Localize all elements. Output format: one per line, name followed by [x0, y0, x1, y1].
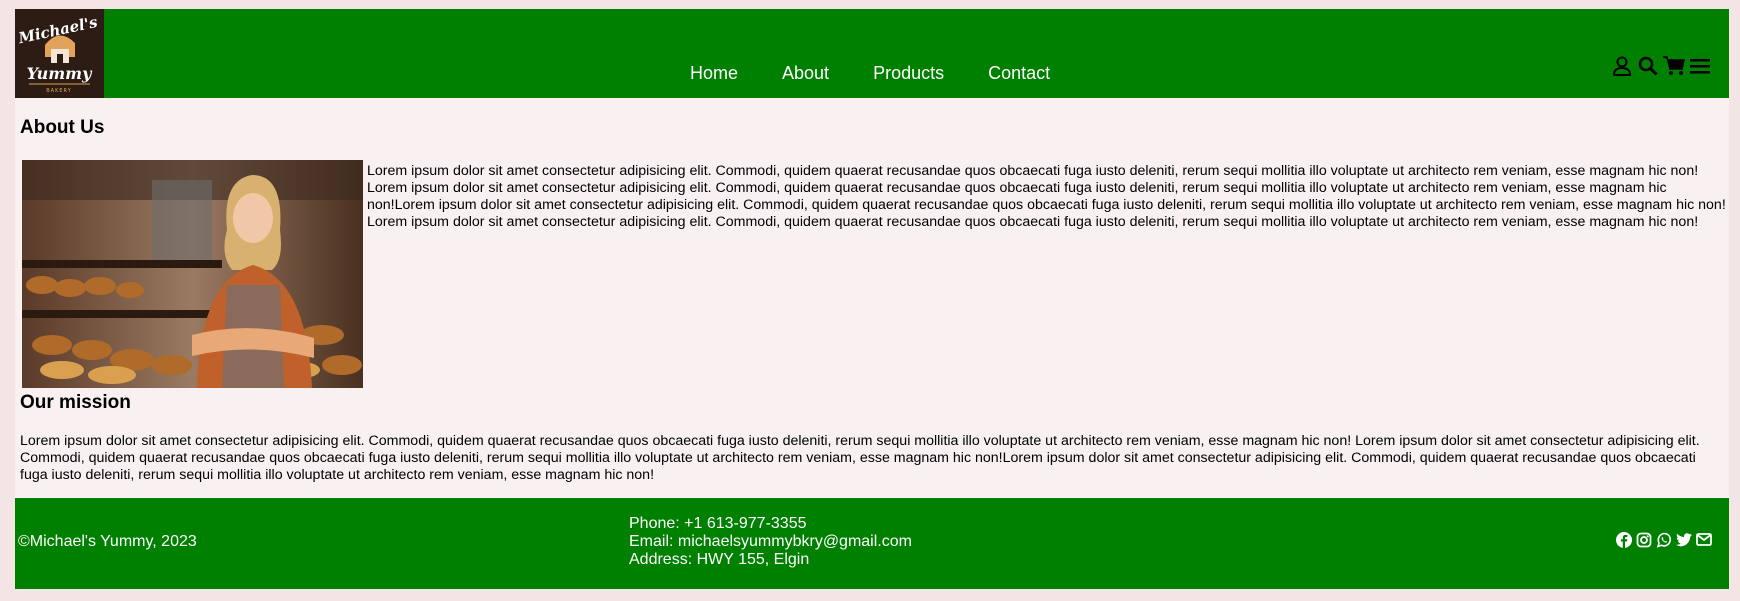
baker-photo — [22, 160, 363, 388]
nav-contact[interactable]: Contact — [988, 63, 1050, 84]
address-text: Address: HWY 155, Elgin — [629, 551, 810, 568]
mission-text: Lorem ipsum dolor sit amet consectetur a… — [20, 433, 1700, 483]
cart-icon[interactable] — [1663, 55, 1685, 77]
nav-home[interactable]: Home — [690, 63, 738, 84]
copyright: ©Michael's Yummy, 2023 — [18, 533, 197, 550]
about-text: Lorem ipsum dolor sit amet consectetur a… — [367, 163, 1726, 230]
site-header: Michael's Yummy BAKERY Home About Produc… — [15, 9, 1729, 98]
nav-about[interactable]: About — [782, 63, 829, 84]
about-title: About Us — [20, 117, 105, 138]
facebook-icon[interactable] — [1615, 531, 1632, 548]
whatsapp-icon[interactable] — [1655, 531, 1672, 548]
search-icon[interactable] — [1637, 55, 1659, 77]
phone-text: Phone: +1 613-977-3355 — [629, 515, 807, 532]
bakery-logo[interactable]: Michael's Yummy BAKERY — [15, 9, 104, 98]
svg-text:BAKERY: BAKERY — [46, 88, 72, 94]
svg-text:Yummy: Yummy — [27, 64, 94, 83]
mail-icon[interactable] — [1695, 531, 1712, 548]
main-nav: Home About Products Contact — [690, 63, 1094, 84]
social-links — [1615, 531, 1712, 548]
contact-info: Phone: +1 613-977-3355 Email: michaelsyu… — [629, 515, 912, 569]
user-icon[interactable] — [1611, 55, 1633, 77]
page: Michael's Yummy BAKERY Home About Produc… — [15, 9, 1729, 589]
twitter-icon[interactable] — [1675, 531, 1692, 548]
menu-icon[interactable] — [1689, 55, 1711, 77]
nav-products[interactable]: Products — [873, 63, 944, 84]
mission-title: Our mission — [20, 392, 131, 413]
header-icons — [1611, 55, 1711, 77]
instagram-icon[interactable] — [1635, 531, 1652, 548]
email-text: Email: michaelsyummybkry@gmail.com — [629, 533, 912, 550]
site-footer: ©Michael's Yummy, 2023 Phone: +1 613-977… — [15, 498, 1729, 589]
